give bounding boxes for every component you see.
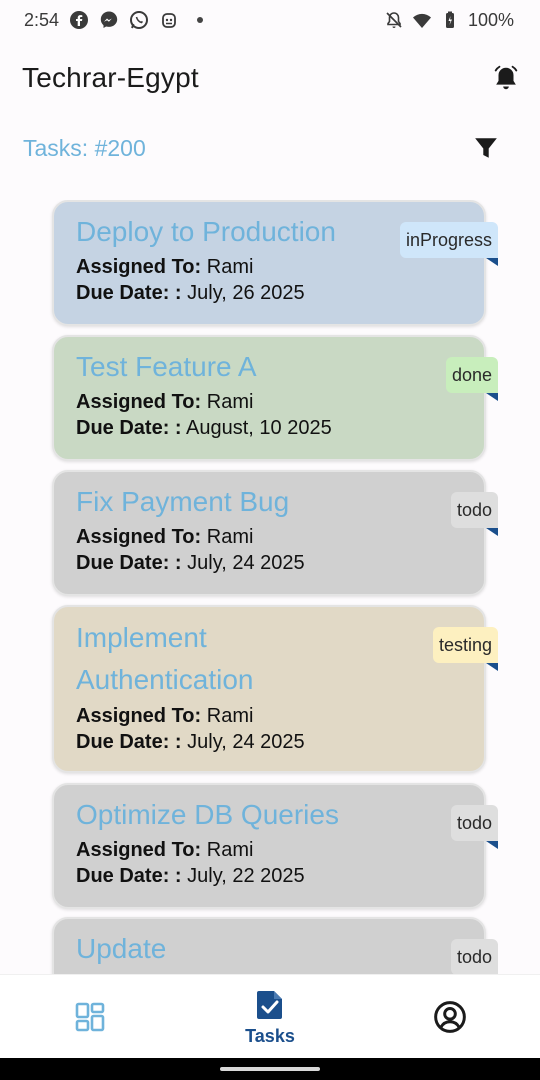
status-right: 100% [384,10,514,31]
task-list[interactable]: Deploy to Production Assigned To: Rami D… [0,200,540,974]
nav-dashboard[interactable] [0,975,180,1059]
due-date-label: Due Date: : [76,552,182,574]
due-date-label: Due Date: : [76,282,182,304]
status-badge: done [445,357,498,393]
badge-tail [486,663,498,671]
filter-icon[interactable] [472,134,500,162]
status-badge: todo [450,805,498,841]
task-assignee-line: Assigned To: Rami [76,703,464,729]
nav-tasks[interactable]: Tasks [180,975,360,1059]
task-due-line: Due Date: : July, 24 2025 [76,729,464,755]
task-title: Test Feature A [76,351,257,382]
task-due-date: July, 24 2025 [187,731,305,753]
badge-tail [486,841,498,849]
task-card-body[interactable]: Test Feature A Assigned To: Rami Due Dat… [52,335,486,461]
task-assignee-line: Assigned To: Rami [76,389,464,415]
task-due-line: Due Date: : July, 26 2025 [76,280,464,306]
nav-tasks-label: Tasks [245,1026,295,1046]
home-gesture-pill[interactable] [220,1067,320,1071]
status-badge: todo [450,492,498,528]
due-date-label: Due Date: : [76,731,182,753]
task-card-body[interactable]: Update [52,917,486,974]
assigned-to-label: Assigned To: [76,526,202,548]
messenger-icon [99,10,119,30]
notifications-off-icon [384,10,404,30]
task-due-line: Due Date: : July, 24 2025 [76,550,464,576]
battery-level: 100% [467,9,514,30]
bell-icon[interactable] [490,62,522,94]
task-assignee: Rami [206,705,254,727]
badge-tail [486,393,498,401]
badge-tail [486,258,498,266]
status-bar: 2:54 100% [0,0,540,40]
status-dot [197,17,204,23]
task-due-date: August, 10 2025 [186,417,332,439]
task-due-line: Due Date: : August, 10 2025 [76,415,464,441]
tasks-count: Tasks: #200 [23,134,146,161]
tasks-header: Tasks: #200 [0,128,540,168]
task-due-date: July, 24 2025 [187,552,305,574]
task-assignee-line: Assigned To: Rami [76,524,464,550]
dashboard-icon [75,1002,105,1031]
wifi-icon [412,10,432,30]
status-left: 2:54 [24,9,204,31]
status-time: 2:54 [24,9,60,30]
task-card-body[interactable]: Fix Payment Bug Assigned To: Rami Due Da… [52,470,486,596]
status-badge: inProgress [399,222,498,258]
task-assignee-line: Assigned To: Rami [76,837,464,863]
task-card-body[interactable]: Optimize DB Queries Assigned To: Rami Du… [52,783,486,909]
task-card-body[interactable]: Implement Authentication Assigned To: Ra… [52,605,486,773]
task-due-date: July, 26 2025 [187,282,305,304]
task-title: Implement Authentication [76,622,254,695]
task-assignee: Rami [206,256,254,278]
due-date-label: Due Date: : [76,417,182,439]
task-title: Optimize DB Queries [76,799,339,830]
assigned-to-label: Assigned To: [76,256,202,278]
app-title: Techrar-Egypt [22,62,199,93]
status-badge: testing [432,627,498,663]
facebook-icon [69,10,89,30]
assigned-to-label: Assigned To: [76,391,202,413]
nav-profile[interactable] [360,975,540,1059]
task-assignee: Rami [206,391,254,413]
task-title: Update [76,933,167,964]
app-bar: Techrar-Egypt [0,50,540,106]
assigned-to-label: Assigned To: [76,839,202,861]
whatsapp-icon [129,10,149,30]
tasks-icon [257,991,282,1019]
task-assignee: Rami [206,839,254,861]
gesture-bar [0,1058,540,1080]
task-due-date: July, 22 2025 [187,865,305,887]
battery-icon [440,10,460,30]
task-due-line: Due Date: : July, 22 2025 [76,863,464,889]
task-assignee: Rami [206,526,254,548]
badge-tail [486,528,498,536]
bot-icon [159,10,179,30]
profile-icon [434,1000,466,1033]
task-title: Fix Payment Bug [76,486,290,517]
due-date-label: Due Date: : [76,865,182,887]
task-card-body[interactable]: Deploy to Production Assigned To: Rami D… [52,200,486,326]
assigned-to-label: Assigned To: [76,705,202,727]
status-badge: todo [450,939,498,974]
bottom-nav: Tasks [0,974,540,1058]
